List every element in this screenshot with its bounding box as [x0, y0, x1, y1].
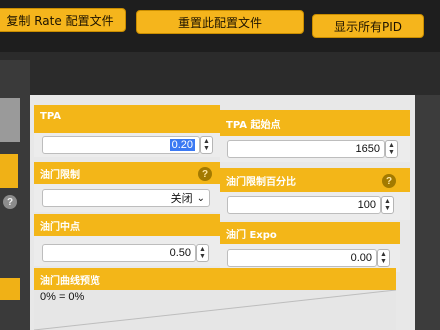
- throttle-limit-select[interactable]: 关闭 ⌄: [42, 189, 210, 207]
- chevron-down-icon: ⌄: [196, 192, 205, 204]
- throttle-curve-preview: 0% = 0%: [34, 290, 396, 330]
- throttle-expo-header: 油门 Expo: [220, 222, 400, 244]
- spin-down-icon[interactable]: ▼: [203, 145, 210, 152]
- help-icon[interactable]: ?: [382, 174, 396, 188]
- tpa-breakpoint-value: 1650: [355, 143, 380, 155]
- spin-down-icon[interactable]: ▼: [199, 253, 206, 260]
- throttle-limit-label: 油门限制: [40, 169, 80, 181]
- throttle-mid-header: 油门中点: [34, 214, 220, 236]
- left-panel-box: [0, 98, 20, 142]
- throttle-curve-graph: [34, 290, 396, 330]
- throttle-mid-label: 油门中点: [40, 221, 80, 233]
- spin-down-icon[interactable]: ▼: [388, 149, 395, 156]
- tpa-label: TPA: [40, 111, 61, 122]
- throttle-expo-input[interactable]: 0.00: [227, 249, 377, 267]
- left-panel-header: [0, 154, 18, 188]
- tpa-breakpoint-spinner[interactable]: ▲ ▼: [385, 140, 398, 158]
- spin-up-icon[interactable]: ▲: [203, 138, 210, 145]
- tpa-breakpoint-label: TPA 起始点: [226, 119, 281, 131]
- help-icon[interactable]: ?: [198, 167, 212, 181]
- throttle-curve-label: 油门曲线预览: [40, 275, 100, 287]
- throttle-mid-spinner[interactable]: ▲ ▼: [196, 244, 209, 262]
- tpa-input[interactable]: 0.20: [42, 136, 200, 154]
- reset-profile-button[interactable]: 重置此配置文件: [136, 10, 304, 34]
- throttle-curve-header: 油门曲线预览: [34, 268, 396, 290]
- tpa-breakpoint-input[interactable]: 1650: [227, 140, 385, 158]
- tpa-spinner[interactable]: ▲ ▼: [200, 136, 213, 154]
- left-panel-header: [0, 278, 20, 300]
- show-all-pids-button[interactable]: 显示所有PID: [312, 14, 424, 38]
- throttle-curve-readout: 0% = 0%: [40, 291, 85, 303]
- curve-line: [34, 290, 396, 330]
- spin-down-icon[interactable]: ▼: [384, 205, 391, 212]
- throttle-limit-percent-spinner[interactable]: ▲ ▼: [381, 196, 394, 214]
- tpa-breakpoint-header: TPA 起始点: [220, 110, 410, 136]
- throttle-mid-value: 0.50: [169, 247, 191, 259]
- throttle-expo-label: 油门 Expo: [226, 229, 277, 241]
- copy-rate-profile-button[interactable]: 复制 Rate 配置文件: [0, 8, 126, 32]
- throttle-limit-percent-label: 油门限制百分比: [226, 176, 296, 188]
- throttle-expo-spinner[interactable]: ▲ ▼: [377, 249, 390, 267]
- tpa-header: TPA: [34, 105, 220, 133]
- throttle-limit-header: 油门限制: [34, 162, 220, 184]
- throttle-limit-value: 关闭: [170, 192, 193, 205]
- throttle-limit-percent-input[interactable]: 100: [227, 196, 381, 214]
- spin-up-icon[interactable]: ▲: [384, 198, 391, 205]
- throttle-mid-input[interactable]: 0.50: [42, 244, 196, 262]
- help-icon[interactable]: ?: [3, 195, 17, 209]
- spin-up-icon[interactable]: ▲: [199, 246, 206, 253]
- spin-up-icon[interactable]: ▲: [380, 251, 387, 258]
- spin-up-icon[interactable]: ▲: [388, 142, 395, 149]
- tpa-value: 0.20: [169, 139, 195, 151]
- window-edge: [415, 95, 440, 330]
- throttle-expo-value: 0.00: [350, 252, 372, 264]
- spin-down-icon[interactable]: ▼: [380, 258, 387, 265]
- throttle-limit-percent-value: 100: [357, 199, 376, 211]
